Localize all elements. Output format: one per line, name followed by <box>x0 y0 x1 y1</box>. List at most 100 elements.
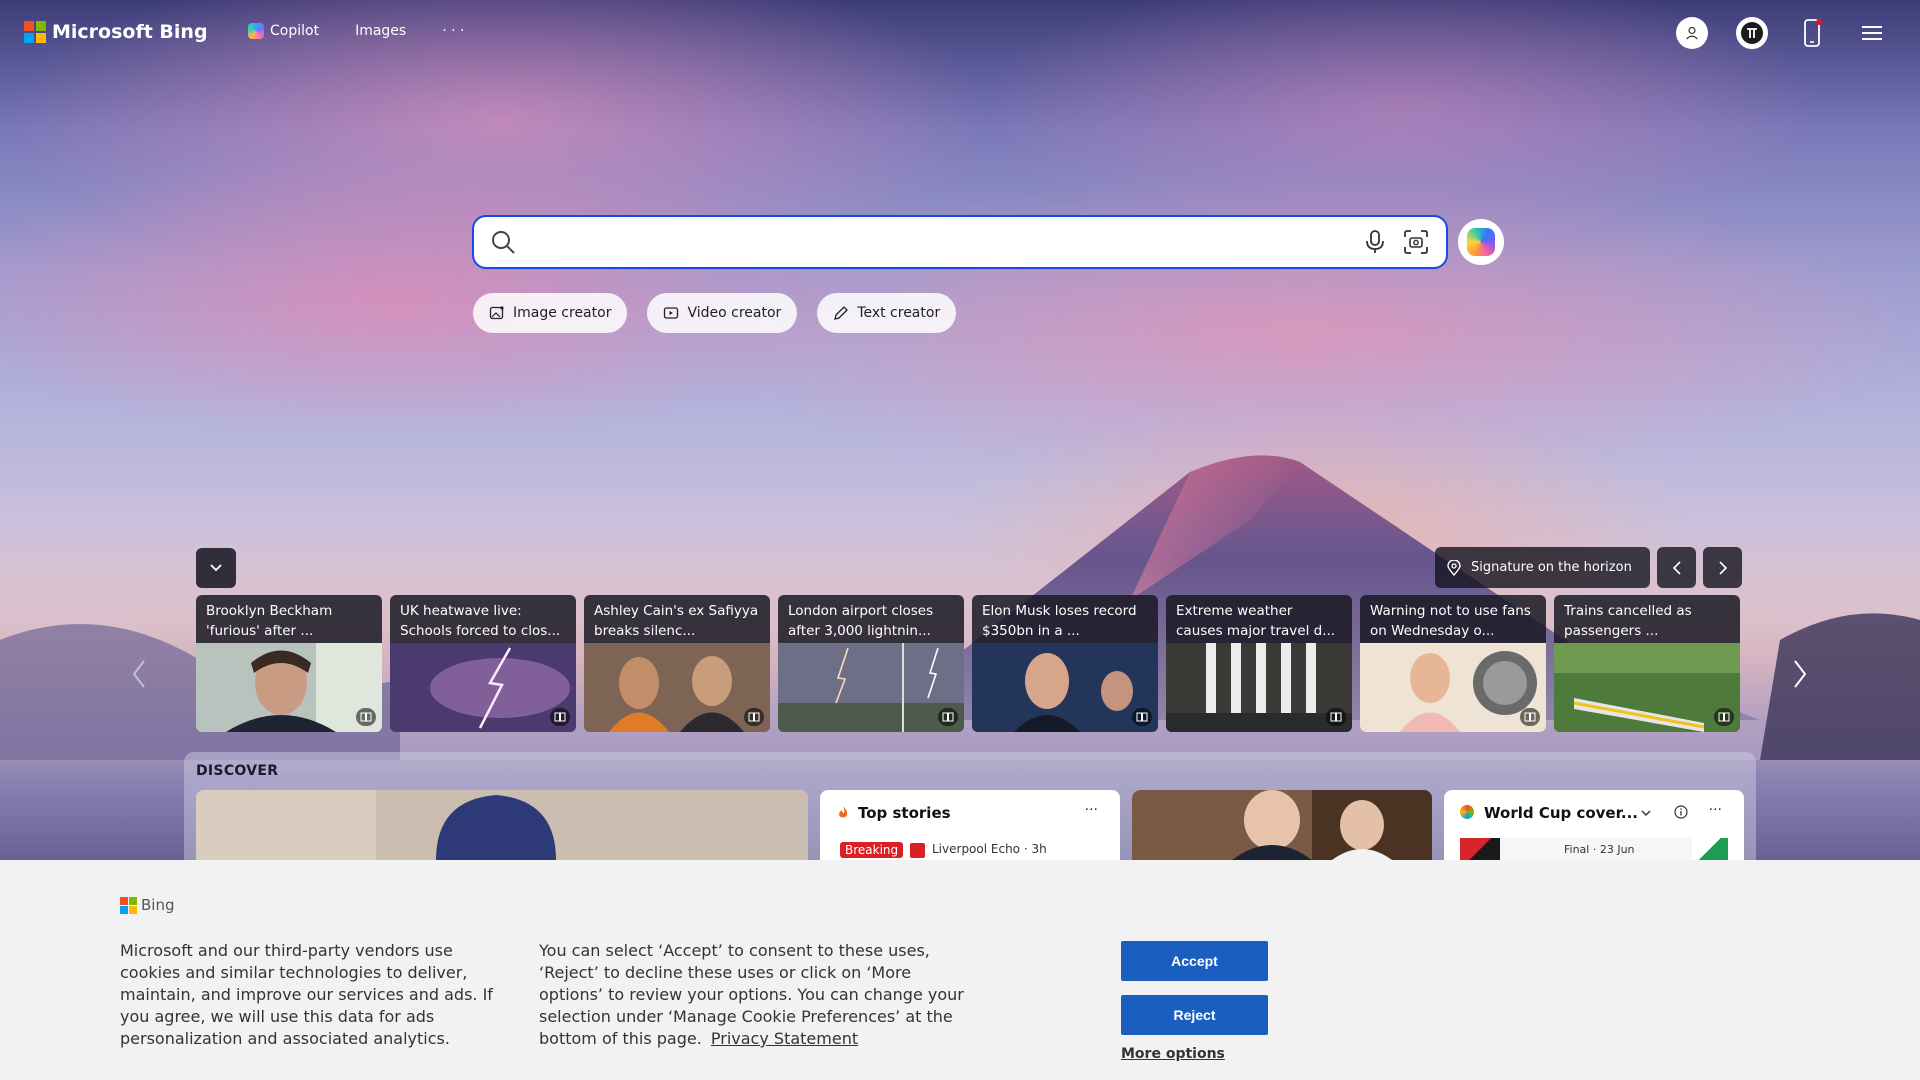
news-card[interactable]: UK heatwave live: Schools forced to clos… <box>390 595 576 732</box>
menu-button[interactable] <box>1856 17 1888 49</box>
news-card-image <box>1360 643 1546 732</box>
news-card-image <box>584 643 770 732</box>
video-creator-icon <box>664 307 679 319</box>
story-source: Liverpool Echo · 3h <box>932 842 1047 856</box>
news-card[interactable]: Ashley Cain's ex Safiyya breaks silenc..… <box>584 595 770 732</box>
mobile-app-button[interactable] <box>1796 17 1828 49</box>
read-icon <box>550 708 570 726</box>
nav-more-label: · · · <box>442 23 465 39</box>
copilot-icon <box>248 23 264 39</box>
news-card-title: Warning not to use fans on Wednesday o..… <box>1370 603 1531 639</box>
bing-logo[interactable]: Microsoft Bing <box>24 21 208 43</box>
image-creator-icon <box>489 306 504 320</box>
cookie-brand: Bing <box>141 896 175 914</box>
news-card[interactable]: Brooklyn Beckham 'furious' after ... <box>196 595 382 732</box>
sign-in-button[interactable] <box>1676 17 1708 49</box>
news-card[interactable]: Trains cancelled as passengers ... <box>1554 595 1740 732</box>
collapse-feed-button[interactable] <box>196 548 236 588</box>
location-pin-icon <box>1447 559 1461 576</box>
news-card-title: Elon Musk loses record $350bn in a ... <box>982 603 1137 639</box>
top-stories-title: Top stories <box>858 804 951 822</box>
more-options-icon[interactable]: ··· <box>1085 802 1098 818</box>
text-creator-label: Text creator <box>857 305 941 321</box>
chevron-left-icon <box>1672 560 1681 575</box>
microphone-icon[interactable] <box>1364 229 1386 255</box>
top-stories-card[interactable]: Top stories ··· Breaking Liverpool Echo … <box>820 790 1120 860</box>
copilot-button[interactable] <box>1458 219 1504 265</box>
read-icon <box>1132 708 1152 726</box>
news-card-image <box>972 643 1158 732</box>
team-flag-icon <box>1460 838 1500 860</box>
user-icon <box>1686 26 1698 40</box>
image-location-button[interactable]: Signature on the horizon <box>1435 547 1650 588</box>
hamburger-icon <box>1862 26 1882 40</box>
news-card[interactable]: Elon Musk loses record $350bn in a ... <box>972 595 1158 732</box>
info-icon[interactable] <box>1674 805 1688 819</box>
nav-images-label: Images <box>355 23 407 39</box>
phone-icon <box>1804 19 1822 47</box>
creator-pills: Image creator Video creator Text creator <box>473 293 957 333</box>
chevron-down-icon <box>210 564 222 572</box>
cookie-bing-logo: Bing <box>120 896 175 914</box>
chevron-left-icon <box>132 660 145 688</box>
microsoft-logo-icon <box>120 896 137 914</box>
visual-search-icon[interactable] <box>1402 228 1430 256</box>
cookie-instructions: You can select ‘Accept’ to consent to th… <box>539 940 979 1050</box>
nav-copilot-label: Copilot <box>270 23 320 39</box>
match-strip: Final · 23 Jun <box>1460 838 1728 860</box>
chevron-down-icon[interactable] <box>1640 808 1652 818</box>
video-creator-button[interactable]: Video creator <box>647 293 798 333</box>
news-strip: Brooklyn Beckham 'furious' after ... UK … <box>196 595 1740 732</box>
top-header: Microsoft Bing Copilot Images · · · <box>0 0 1920 66</box>
news-card[interactable]: London airport closes after 3,000 lightn… <box>778 595 964 732</box>
news-prev-button[interactable] <box>124 657 154 691</box>
search-box <box>472 215 1448 269</box>
read-icon <box>744 708 764 726</box>
image-creator-button[interactable]: Image creator <box>473 293 628 333</box>
news-card-image <box>196 643 382 732</box>
nav-copilot[interactable]: Copilot <box>248 23 319 39</box>
match-meta: Final · 23 Jun <box>1564 843 1635 856</box>
news-card[interactable]: Warning not to use fans on Wednesday o..… <box>1360 595 1546 732</box>
pen-icon <box>834 306 849 320</box>
text-creator-button[interactable]: Text creator <box>817 293 957 333</box>
read-icon <box>1714 708 1734 726</box>
team-flag-icon <box>1692 838 1728 860</box>
microsoft-logo-icon <box>24 21 46 43</box>
news-card[interactable]: Extreme weather causes major travel d... <box>1166 595 1352 732</box>
next-image-button[interactable] <box>1703 547 1742 588</box>
discover-title: DISCOVER <box>196 763 279 779</box>
more-options-link[interactable]: More options <box>1121 1046 1225 1062</box>
news-next-button[interactable] <box>1785 657 1815 691</box>
news-card-title: Brooklyn Beckham 'furious' after ... <box>206 603 333 639</box>
nav-images[interactable]: Images <box>355 23 406 39</box>
news-card-title: Extreme weather causes major travel d... <box>1176 603 1336 639</box>
rewards-button[interactable] <box>1736 17 1768 49</box>
news-card-title: UK heatwave live: Schools forced to clos… <box>400 603 561 639</box>
reject-button[interactable]: Reject <box>1121 995 1268 1035</box>
accept-button[interactable]: Accept <box>1121 941 1268 981</box>
breaking-badge: Breaking <box>840 842 904 858</box>
search-tools <box>1364 228 1430 256</box>
news-card-image <box>1554 643 1740 732</box>
top-nav: Copilot Images · · · <box>248 23 464 39</box>
photo-card[interactable] <box>1132 790 1432 860</box>
prev-image-button[interactable] <box>1657 547 1696 588</box>
read-icon <box>938 708 958 726</box>
news-card-title: London airport closes after 3,000 lightn… <box>788 603 934 639</box>
cookie-banner: Bing Microsoft and our third-party vendo… <box>0 860 1920 1080</box>
search-icon <box>492 231 515 254</box>
read-icon <box>356 708 376 726</box>
read-icon <box>1326 708 1346 726</box>
header-actions <box>1676 17 1888 49</box>
privacy-statement-link[interactable]: Privacy Statement <box>711 1029 858 1048</box>
chevron-right-icon <box>1718 560 1727 575</box>
feature-card[interactable] <box>196 790 808 860</box>
read-icon <box>1520 708 1540 726</box>
location-label: Signature on the horizon <box>1471 560 1632 575</box>
more-options-icon[interactable]: ··· <box>1709 802 1722 818</box>
world-cup-card[interactable]: World Cup cover... ··· Final · 23 Jun <box>1444 790 1744 860</box>
search-input[interactable] <box>528 231 1364 253</box>
world-cup-title: World Cup cover... <box>1484 804 1638 822</box>
nav-more[interactable]: · · · <box>442 23 464 39</box>
